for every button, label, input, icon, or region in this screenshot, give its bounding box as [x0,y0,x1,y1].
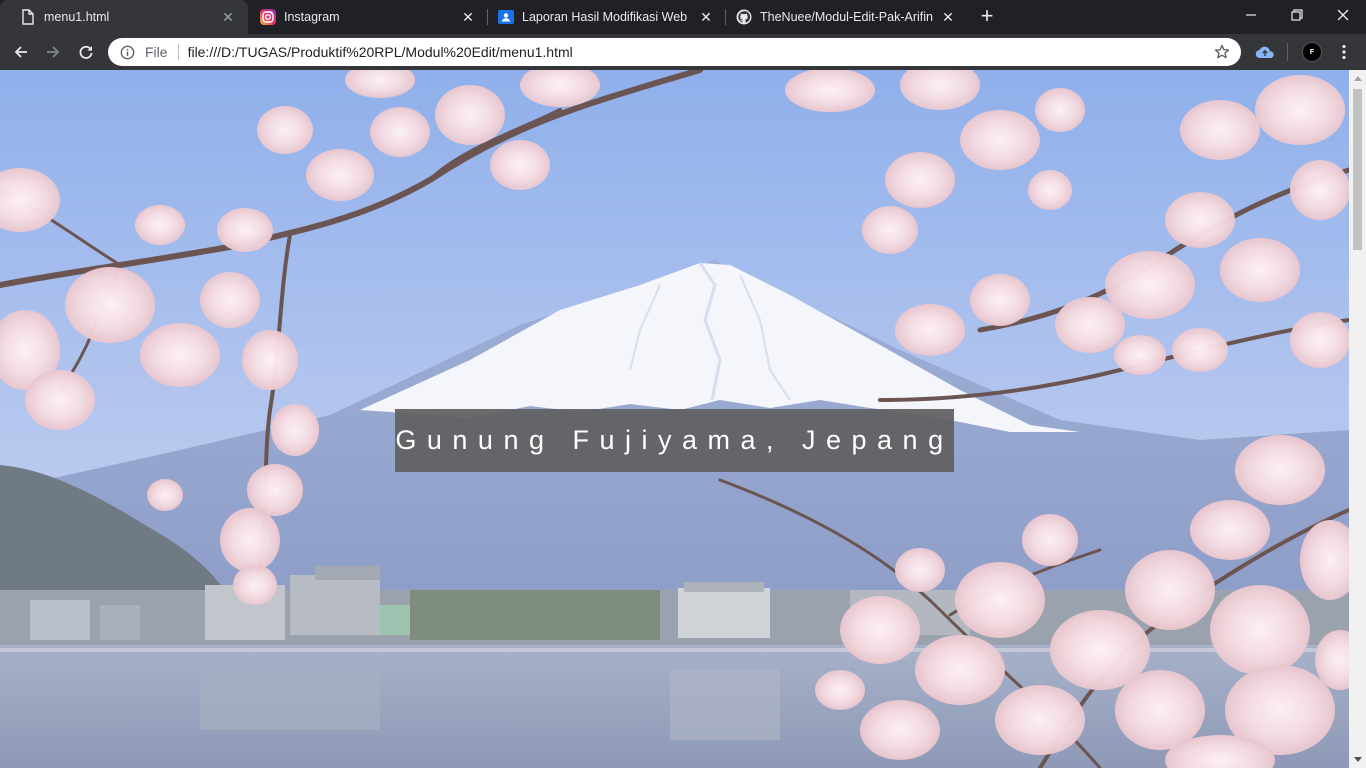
page-viewport: Gunung Fujiyama, Jepang [0,70,1349,768]
toolbar-separator [1287,43,1288,61]
bookmark-star-icon[interactable] [1212,42,1232,62]
security-chip[interactable]: File [145,44,168,60]
vertical-scrollbar[interactable] [1349,70,1366,768]
profile-avatar[interactable]: F [1302,42,1322,62]
instagram-icon [260,9,276,25]
file-icon [20,9,36,25]
tab-title: menu1.html [44,10,110,24]
scroll-up-arrow-icon[interactable] [1349,70,1366,87]
back-arrow-icon [14,46,27,58]
cloud-extension-button[interactable] [1253,40,1277,64]
tab-strip: menu1.html ✕ Instagram ✕ Laporan Hasil M… [0,0,1366,34]
close-tab-icon[interactable]: ✕ [698,9,714,25]
forward-arrow-icon [47,46,60,58]
back-button[interactable] [8,39,34,65]
tab-title: TheNuee/Modul-Edit-Pak-Arifin [760,10,933,24]
info-icon[interactable] [119,44,135,60]
chrome-menu-button[interactable] [1334,40,1354,64]
tab-title: Instagram [284,10,340,24]
reload-button[interactable] [73,39,99,65]
cloud-upload-icon [1255,46,1274,59]
restore-button[interactable] [1274,0,1320,30]
github-icon [736,9,752,25]
toolbar: File file:///D:/TUGAS/Produktif%20RPL/Mo… [0,34,1366,70]
minimize-icon [1246,14,1256,16]
restore-icon [1291,9,1303,21]
tab-laporan[interactable]: Laporan Hasil Modifikasi Web ✕ [478,0,726,34]
banner-title: Gunung Fujiyama, Jepang [395,425,954,455]
url-text[interactable]: file:///D:/TUGAS/Produktif%20RPL/Modul%2… [188,44,1212,60]
tab-instagram[interactable]: Instagram ✕ [240,0,488,34]
chip-divider [177,44,179,60]
scroll-down-arrow-icon[interactable] [1349,751,1366,768]
scrollbar-thumb[interactable] [1353,89,1362,250]
tab-title: Laporan Hasil Modifikasi Web [522,10,688,24]
tab-menu1[interactable]: menu1.html ✕ [0,0,248,34]
close-icon [1337,9,1349,21]
close-window-button[interactable] [1320,0,1366,30]
new-tab-button[interactable]: + [976,5,998,28]
close-tab-icon[interactable]: ✕ [460,9,476,25]
kebab-menu-icon [1342,44,1346,60]
google-sites-icon [498,9,514,25]
reload-icon [79,45,93,59]
close-tab-icon[interactable]: ✕ [220,9,236,25]
title-banner: Gunung Fujiyama, Jepang [395,409,954,472]
close-tab-icon[interactable]: ✕ [940,9,956,25]
minimize-button[interactable] [1228,0,1274,30]
forward-button[interactable] [40,39,66,65]
tab-github[interactable]: TheNuee/Modul-Edit-Pak-Arifin ✕ [716,0,968,34]
address-bar[interactable]: File file:///D:/TUGAS/Produktif%20RPL/Mo… [108,38,1241,66]
